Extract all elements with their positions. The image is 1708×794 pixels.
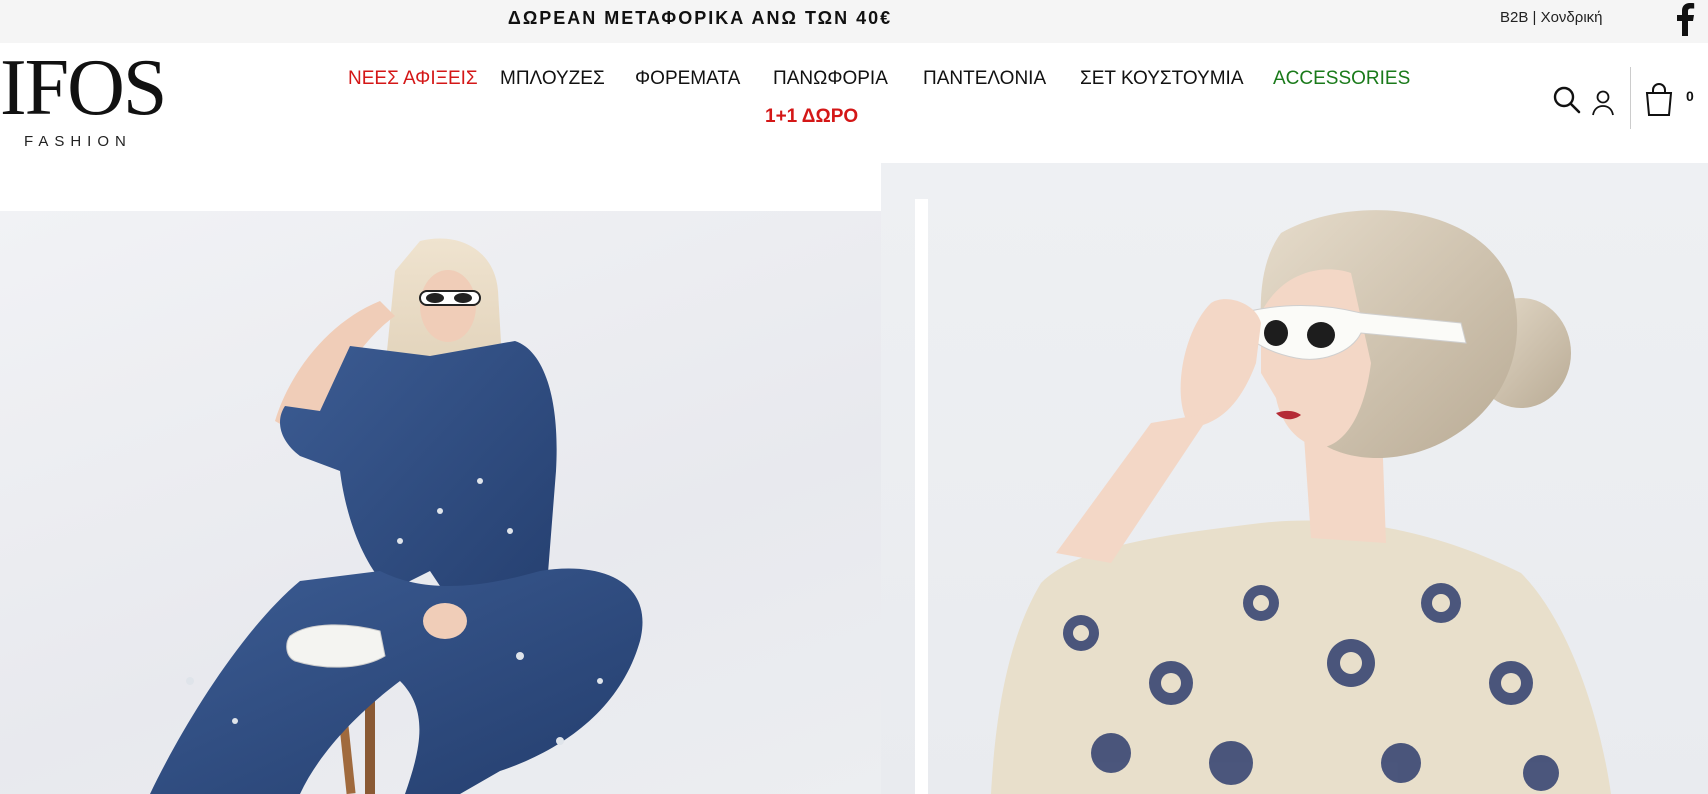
site-header: IFOS FASHION ΝΕΕΣ ΑΦΙΞΕΙΣ ΜΠΛΟΥΖΕΣ ΦΟΡΕΜ… bbox=[0, 43, 1708, 163]
logo-wordmark: IFOS bbox=[0, 44, 167, 132]
free-shipping-promo: ΔΩΡΕΑΝ ΜΕΤΑΦΟΡΙΚΑ ΑΝΩ ΤΩΝ 40€ bbox=[507, 8, 893, 28]
model-denim-illustration bbox=[150, 238, 643, 794]
nav-item-dresses[interactable]: ΦΟΡΕΜΑΤΑ bbox=[635, 68, 740, 90]
shopping-bag-icon[interactable] bbox=[1643, 82, 1675, 118]
nav-item-trousers[interactable]: ΠΑΝΤΕΛΟΝΙΑ bbox=[923, 68, 1046, 90]
search-icon[interactable] bbox=[1552, 85, 1582, 115]
nav-item-new-arrivals[interactable]: ΝΕΕΣ ΑΦΙΞΕΙΣ bbox=[348, 68, 478, 90]
cart-count: 0 bbox=[1686, 88, 1694, 104]
nav-item-accessories[interactable]: ACCESSORIES bbox=[1273, 68, 1410, 90]
nav-item-suit-sets[interactable]: ΣΕΤ ΚΟΥΣΤΟΥΜΙΑ bbox=[1080, 68, 1244, 90]
user-icon[interactable] bbox=[1590, 88, 1620, 118]
hero-left-top-spacer bbox=[0, 163, 881, 211]
hero-image-right[interactable] bbox=[881, 163, 1708, 794]
hero-gap bbox=[915, 199, 928, 794]
nav-item-gift-offer[interactable]: 1+1 ΔΩΡΟ bbox=[765, 106, 858, 128]
nav-item-outerwear[interactable]: ΠΑΝΩΦΟΡΙΑ bbox=[773, 68, 888, 90]
model-printed-blouse-illustration bbox=[991, 210, 1611, 794]
nav-item-blouses[interactable]: ΜΠΛΟΥΖΕΣ bbox=[500, 68, 605, 90]
announcement-bar: ΔΩΡΕΑΝ ΜΕΤΑΦΟΡΙΚΑ ΑΝΩ ΤΩΝ 40€ B2B | Χονδ… bbox=[0, 0, 1708, 43]
b2b-wholesale-link[interactable]: B2B | Χονδρική bbox=[1500, 0, 1603, 36]
header-divider bbox=[1630, 67, 1631, 129]
hero-image-left[interactable] bbox=[0, 211, 915, 794]
facebook-icon[interactable] bbox=[1674, 2, 1696, 36]
logo-subtitle: FASHION bbox=[24, 133, 132, 150]
ifos-logo[interactable]: IFOS FASHION bbox=[0, 44, 190, 150]
